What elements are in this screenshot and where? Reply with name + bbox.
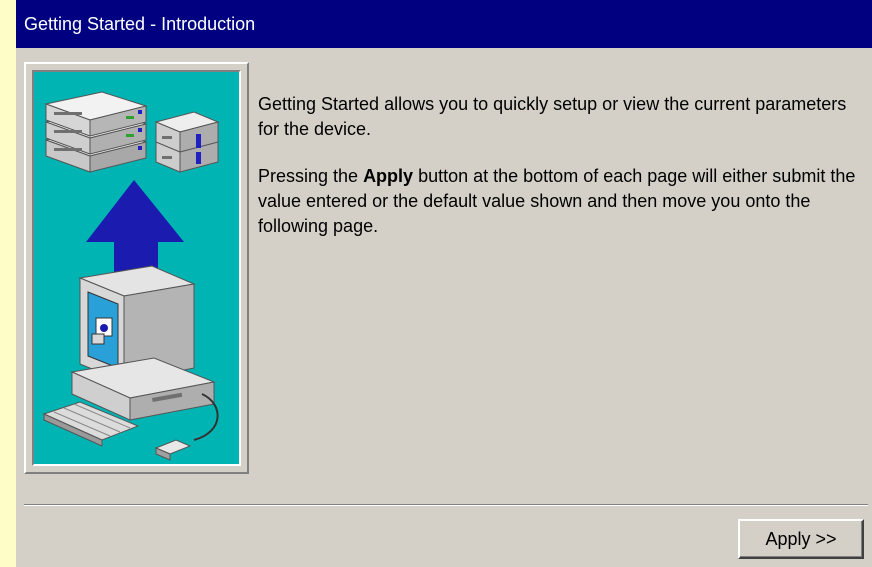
intro-paragraph-2-start: Pressing the [258, 166, 364, 186]
up-arrow-icon [86, 180, 184, 282]
intro-paragraph-2: Pressing the Apply button at the bottom … [258, 164, 868, 239]
intro-paragraph-1: Getting Started allows you to quickly se… [258, 94, 847, 139]
title-bar: Getting Started - Introduction [16, 0, 872, 48]
dialog-window: Getting Started - Introduction Getting S… [16, 0, 872, 567]
intro-text: Getting Started allows you to quickly se… [258, 92, 868, 261]
illustration-frame [24, 62, 249, 474]
server-rack-icon [44, 91, 148, 173]
illustration-svg [42, 91, 220, 461]
apply-button[interactable]: Apply >> [738, 519, 864, 559]
network-setup-illustration [32, 70, 241, 466]
window-title: Getting Started - Introduction [24, 14, 256, 34]
apply-keyword: Apply [363, 166, 414, 186]
divider [24, 504, 868, 506]
network-switch-icon [154, 111, 220, 173]
